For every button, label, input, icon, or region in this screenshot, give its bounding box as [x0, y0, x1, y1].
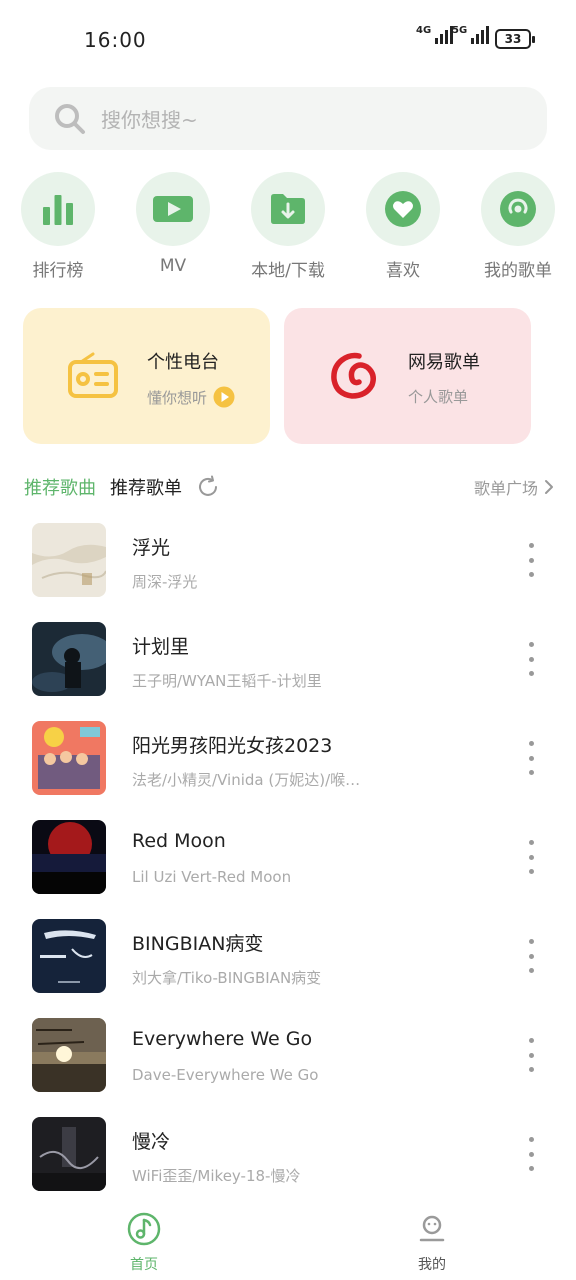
song-row[interactable]: 计划里 王子明/WYAN王韬千-计划里: [0, 622, 576, 698]
tab-recommended-songs[interactable]: 推荐歌曲: [24, 474, 96, 500]
song-row[interactable]: 阳光男孩阳光女孩2023 法老/小精灵/Vinida (万妮达)/喉…: [0, 721, 576, 797]
quick-action-label: 本地/下载: [251, 261, 325, 281]
song-artist: 法老/小精灵/Vinida (万妮达)/喉…: [132, 771, 361, 789]
netease-music-logo-icon: [331, 352, 376, 399]
user-icon: [419, 1215, 445, 1242]
bar-chart-icon: [43, 195, 73, 225]
more-options-icon[interactable]: [520, 741, 542, 775]
more-options-icon[interactable]: [520, 939, 542, 973]
song-row[interactable]: Red Moon Lil Uzi Vert-Red Moon: [0, 820, 576, 896]
more-options-icon[interactable]: [520, 642, 542, 676]
netease-playlist-card[interactable]: 网易歌单 个人歌单: [284, 308, 531, 444]
song-row[interactable]: Everywhere We Go Dave-Everywhere We Go: [0, 1018, 576, 1094]
song-title: 阳光男孩阳光女孩2023: [132, 735, 333, 757]
album-cover: [32, 523, 106, 597]
quick-action-label: 我的歌单: [484, 261, 552, 281]
quick-action-my-playlists[interactable]: 我的歌单: [468, 172, 568, 281]
album-cover: [32, 1018, 106, 1092]
quick-action-mv[interactable]: MV: [123, 172, 223, 276]
chevron-right-icon: [545, 480, 553, 494]
album-cover: [32, 721, 106, 795]
more-options-icon[interactable]: [520, 1038, 542, 1072]
disc-icon: [500, 191, 536, 227]
quick-action-label: 喜欢: [386, 261, 420, 281]
heart-icon: [385, 191, 421, 227]
album-cover: [32, 622, 106, 696]
album-cover: [32, 820, 106, 894]
radio-card-subtitle: 懂你想听: [147, 388, 208, 407]
song-title: BINGBIAN病变: [132, 933, 264, 955]
battery-icon: 33: [495, 29, 535, 49]
radio-icon: [68, 352, 118, 398]
signal-5g-icon: 5G: [452, 26, 490, 44]
search-bar[interactable]: 搜你想搜~: [29, 87, 547, 150]
quick-action-local-download[interactable]: 本地/下载: [238, 172, 338, 281]
nav-home-label: 首页: [130, 1257, 158, 1273]
quick-action-label: 排行榜: [32, 261, 84, 281]
album-cover: [32, 1117, 106, 1191]
song-artist: 刘大拿/Tiko-BINGBIAN病变: [132, 969, 322, 987]
status-bar: 16:00 4G 5G 33: [0, 0, 576, 80]
search-icon: [55, 103, 85, 134]
more-options-icon[interactable]: [520, 1137, 542, 1171]
radio-card-title: 个性电台: [147, 352, 219, 373]
more-options-icon[interactable]: [520, 543, 542, 577]
search-placeholder: 搜你想搜~: [101, 108, 198, 132]
playlist-plaza-link[interactable]: 歌单广场: [474, 475, 554, 499]
refresh-icon[interactable]: [196, 475, 220, 499]
song-title: 浮光: [132, 537, 171, 559]
music-home-icon: [127, 1212, 161, 1246]
quick-action-favorites[interactable]: 喜欢: [353, 172, 453, 281]
signal-4g-icon: 4G: [416, 26, 454, 44]
song-artist: Dave-Everywhere We Go: [132, 1066, 319, 1084]
section-tabs: 推荐歌曲 推荐歌单 歌单广场: [24, 472, 554, 502]
netease-card-title: 网易歌单: [408, 352, 480, 373]
netease-card-subtitle: 个人歌单: [408, 388, 469, 406]
playlist-plaza-label: 歌单广场: [473, 479, 538, 498]
song-artist: Lil Uzi Vert-Red Moon: [132, 868, 292, 886]
bottom-navigation: 首页 我的: [0, 1200, 576, 1280]
song-row[interactable]: 浮光 周深-浮光: [0, 523, 576, 599]
song-row[interactable]: BINGBIAN病变 刘大拿/Tiko-BINGBIAN病变: [0, 919, 576, 995]
quick-action-ranking[interactable]: 排行榜: [8, 172, 108, 281]
nav-home[interactable]: 首页: [104, 1212, 184, 1274]
song-artist: 周深-浮光: [132, 573, 198, 591]
download-folder-icon: [271, 194, 305, 224]
song-row[interactable]: 慢冷 WiFi歪歪/Mikey-18-慢冷: [0, 1117, 576, 1193]
quick-action-label: MV: [159, 256, 187, 276]
play-icon[interactable]: [213, 386, 235, 408]
song-title: 计划里: [132, 636, 190, 658]
video-camera-icon: [153, 196, 193, 222]
song-title: 慢冷: [132, 1131, 171, 1153]
song-artist: 王子明/WYAN王韬千-计划里: [132, 672, 322, 690]
nav-mine-label: 我的: [418, 1257, 446, 1273]
more-options-icon[interactable]: [520, 840, 542, 874]
nav-mine[interactable]: 我的: [392, 1212, 472, 1274]
song-artist: WiFi歪歪/Mikey-18-慢冷: [132, 1167, 301, 1185]
song-title: Red Moon: [132, 830, 226, 852]
quick-actions: 排行榜 MV 本地/下载 喜欢 我的歌单: [0, 172, 576, 282]
personal-radio-card[interactable]: 个性电台 懂你想听: [23, 308, 270, 444]
tab-recommended-playlists[interactable]: 推荐歌单: [110, 474, 182, 500]
status-time: 16:00: [84, 28, 147, 52]
album-cover: [32, 919, 106, 993]
song-title: Everywhere We Go: [132, 1028, 313, 1050]
